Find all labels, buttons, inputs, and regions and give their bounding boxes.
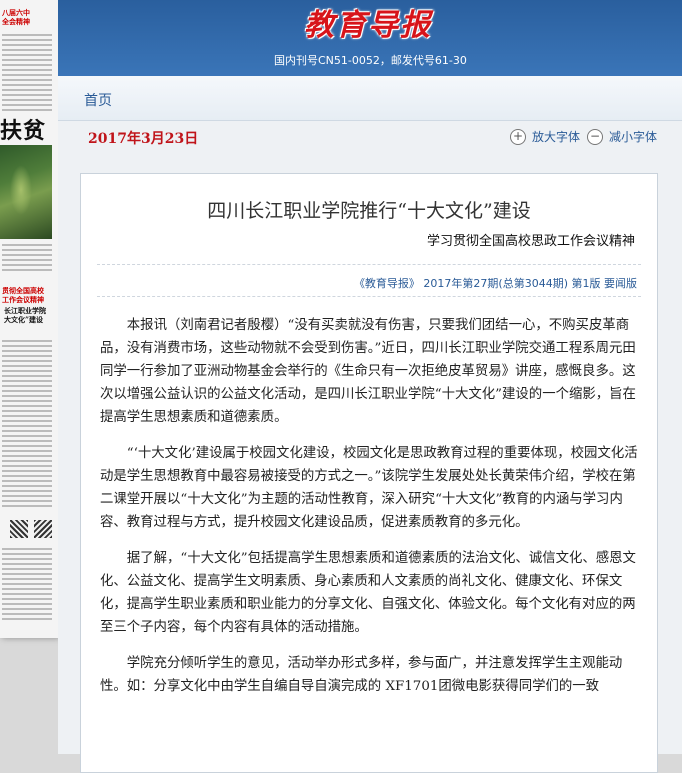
enlarge-font-label: 放大字体 xyxy=(532,130,581,144)
divider xyxy=(97,296,641,297)
thumbnail-headline-line1: 八届六中 xyxy=(2,8,30,17)
plus-circle-icon: + xyxy=(510,128,526,145)
article-paragraph: 本报讯（刘南君记者殷樱）“没有买卖就没有伤害，只要我们团结一心，不购买皮革商品，… xyxy=(100,318,636,425)
thumbnail-photo xyxy=(0,145,52,239)
nav-bar: 首页 xyxy=(58,76,682,121)
thumbnail-black-headline-line1: 长江职业学院 xyxy=(4,306,46,315)
article-title: 四川长江职业学院推行“十大文化”建设 xyxy=(207,200,531,222)
article-paragraph: 学院充分倾听学生的意见，活动举办形式多样，参与面广，并注意发挥学生主观能动性。如… xyxy=(100,656,623,694)
minus-circle-icon: − xyxy=(587,128,603,145)
newspaper-page-thumbnail[interactable]: 八届六中 全会精神 扶贫 贯彻全国高校 工作会议精神 长江职业学院 大文化”建设 xyxy=(0,0,58,638)
thumbnail-black-headline: 长江职业学院 大文化”建设 xyxy=(4,306,58,324)
article-paragraph: 据了解，“十大文化”包括提高学生思想素质和道德素质的法治文化、诚信文化、感恩文化… xyxy=(100,551,636,635)
thumbnail-big-headline: 扶贫 xyxy=(0,118,47,144)
thumbnail-headline: 八届六中 全会精神 xyxy=(2,8,56,26)
article-paragraph: “‘十大文化’建设属于校园文化建设，校园文化是思政教育过程的重要体现，校园文化活… xyxy=(100,446,638,530)
thumbnail-red-headline-line1: 贯彻全国高校 xyxy=(2,286,44,295)
shrink-font-button[interactable]: − 减小字体 xyxy=(587,128,657,145)
article-panel: 四川长江职业学院推行“十大文化”建设 学习贯彻全国高校思政工作会议精神 《教育导… xyxy=(80,173,658,773)
issue-date: 2017年3月23日 xyxy=(88,131,199,147)
thumbnail-text-lines xyxy=(2,244,52,274)
thumbnail-text-lines xyxy=(2,548,52,623)
thumbnail-text-lines xyxy=(2,34,52,114)
nav-home-link[interactable]: 首页 xyxy=(84,90,112,110)
enlarge-font-button[interactable]: + 放大字体 xyxy=(510,128,580,145)
site-header: 教育导报 国内刊号CN51-0052，邮发代号61-30 xyxy=(58,0,682,76)
article-source[interactable]: 《教育导报》 2017年第27期(总第3044期) 第1版 要闻版 xyxy=(354,275,637,291)
divider xyxy=(97,264,641,265)
qr-code-icon xyxy=(34,520,52,538)
publication-info: 国内刊号CN51-0052，邮发代号61-30 xyxy=(274,54,467,67)
thumbnail-red-headline-line2: 工作会议精神 xyxy=(2,295,44,304)
shrink-font-label: 减小字体 xyxy=(609,130,658,144)
newspaper-logo[interactable]: 教育导报 xyxy=(304,0,432,44)
article-body: 本报讯（刘南君记者殷樱）“没有买卖就没有伤害，只要我们团结一心，不购买皮革商品，… xyxy=(100,314,640,711)
thumbnail-black-headline-line2: 大文化”建设 xyxy=(4,315,44,324)
article-subtitle: 学习贯彻全国高校思政工作会议精神 xyxy=(426,234,635,249)
thumbnail-text-lines xyxy=(2,340,52,510)
qr-code-icon xyxy=(10,520,28,538)
thumbnail-red-headline: 贯彻全国高校 工作会议精神 xyxy=(2,286,56,304)
thumbnail-headline-line2: 全会精神 xyxy=(2,17,30,26)
